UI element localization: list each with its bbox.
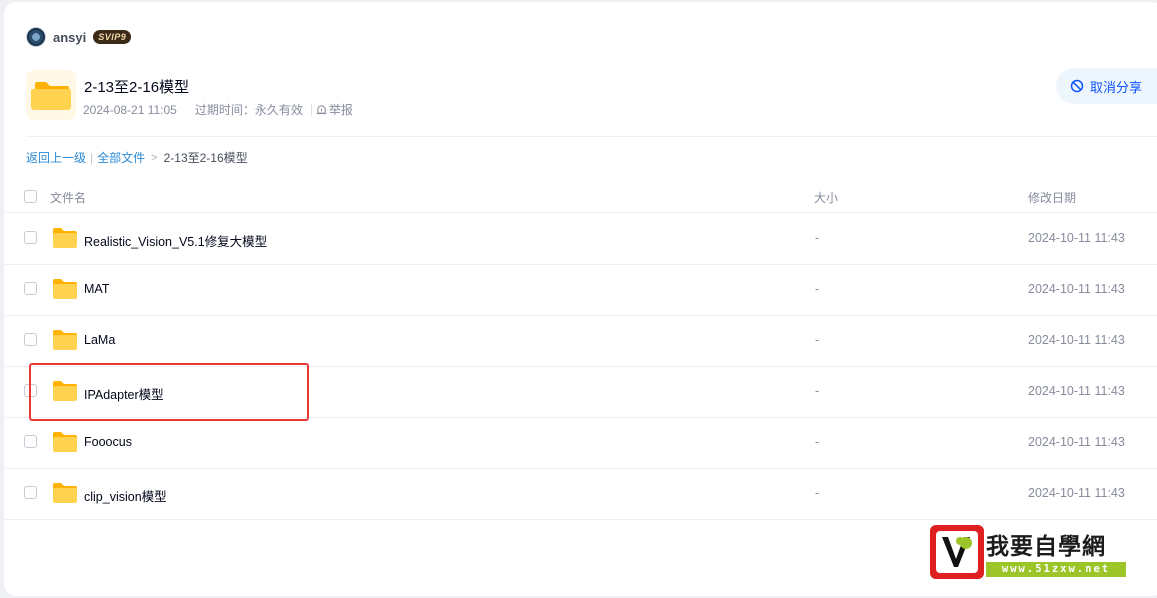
chevron-right-icon: > bbox=[151, 151, 158, 164]
table-header: 文件名 大小 修改日期 bbox=[4, 183, 1157, 213]
cancel-share-button[interactable]: 取消分享 bbox=[1056, 68, 1157, 104]
file-date: 2024-10-11 11:43 bbox=[1028, 231, 1125, 245]
cancel-share-label: 取消分享 bbox=[1090, 79, 1143, 95]
row-checkbox[interactable] bbox=[24, 231, 37, 244]
row-checkbox[interactable] bbox=[24, 384, 37, 397]
row-checkbox[interactable] bbox=[24, 486, 37, 499]
share-date: 2024-08-21 11:05 bbox=[83, 102, 177, 117]
folder-icon bbox=[52, 380, 78, 402]
watermark-url: www.51zxw.net bbox=[986, 562, 1126, 577]
table-row[interactable]: Realistic_Vision_V5.1修复大模型 - 2024-10-11 11… bbox=[4, 214, 1157, 265]
table-row[interactable]: Fooocus - 2024-10-11 11:43 bbox=[4, 418, 1157, 469]
back-link[interactable]: 返回上一级 bbox=[26, 149, 86, 166]
table-row[interactable]: MAT - 2024-10-11 11:43 bbox=[4, 265, 1157, 316]
folder-icon bbox=[52, 227, 78, 249]
folder-icon bbox=[52, 431, 78, 453]
file-name[interactable]: clip_vision模型 bbox=[84, 486, 167, 505]
file-date: 2024-10-11 11:43 bbox=[1028, 282, 1125, 296]
file-size: - bbox=[815, 333, 820, 347]
row-checkbox[interactable] bbox=[24, 435, 37, 448]
share-folder-icon bbox=[26, 70, 76, 120]
breadcrumb-separator: | bbox=[90, 150, 94, 165]
watermark-v-mark bbox=[930, 525, 984, 579]
file-date: 2024-10-11 11:43 bbox=[1028, 333, 1125, 347]
file-size: - bbox=[815, 435, 820, 449]
watermark-text: 我要自學網 bbox=[986, 534, 1106, 560]
avatar[interactable] bbox=[26, 27, 46, 47]
file-name[interactable]: LaMa bbox=[84, 333, 115, 347]
header-divider bbox=[26, 136, 1157, 137]
user-info: ansyi SVIP9 bbox=[26, 27, 132, 47]
file-size: - bbox=[815, 384, 820, 398]
file-name[interactable]: IPAdapter模型 bbox=[84, 384, 164, 403]
row-checkbox[interactable] bbox=[24, 282, 37, 295]
report-link[interactable]: 举报 bbox=[316, 101, 353, 118]
vip-badge: SVIP9 bbox=[93, 30, 132, 44]
all-files-link[interactable]: 全部文件 bbox=[97, 149, 145, 166]
column-name-header[interactable]: 文件名 bbox=[50, 189, 86, 206]
select-all-checkbox[interactable] bbox=[24, 190, 37, 203]
ban-icon bbox=[1070, 79, 1084, 93]
table-row[interactable]: IPAdapter模型 - 2024-10-11 11:43 bbox=[4, 367, 1157, 418]
file-name[interactable]: Realistic_Vision_V5.1修复大模型 bbox=[84, 231, 267, 250]
alert-icon bbox=[316, 105, 326, 115]
file-size: - bbox=[815, 231, 820, 245]
column-size-header[interactable]: 大小 bbox=[814, 189, 838, 206]
column-date-header[interactable]: 修改日期 bbox=[1028, 189, 1076, 206]
file-size: - bbox=[815, 486, 820, 500]
share-page: ansyi SVIP9 2-13至2-16模型 2024-08-21 11:05… bbox=[4, 2, 1157, 596]
report-label: 举报 bbox=[328, 103, 353, 117]
folder-icon bbox=[52, 278, 78, 300]
folder-icon bbox=[52, 329, 78, 351]
share-meta: 2024-08-21 11:05 过期时间：永久有效 举报 bbox=[83, 101, 353, 118]
file-name[interactable]: Fooocus bbox=[84, 435, 132, 449]
username[interactable]: ansyi bbox=[53, 30, 86, 45]
folder-icon bbox=[52, 482, 78, 504]
watermark-logo: 我要自學網 www.51zxw.net bbox=[930, 525, 1128, 579]
table-row[interactable]: LaMa - 2024-10-11 11:43 bbox=[4, 316, 1157, 367]
file-size: - bbox=[815, 282, 820, 296]
share-expire: 过期时间：永久有效 bbox=[194, 103, 303, 117]
row-checkbox[interactable] bbox=[24, 333, 37, 346]
share-title: 2-13至2-16模型 bbox=[84, 79, 190, 96]
file-name[interactable]: MAT bbox=[84, 282, 109, 296]
file-date: 2024-10-11 11:43 bbox=[1028, 384, 1125, 398]
breadcrumb-current: 2-13至2-16模型 bbox=[163, 151, 248, 165]
file-date: 2024-10-11 11:43 bbox=[1028, 435, 1125, 449]
meta-divider bbox=[310, 103, 312, 116]
table-row[interactable]: clip_vision模型 - 2024-10-11 11:43 bbox=[4, 469, 1157, 520]
breadcrumb: 返回上一级 | 全部文件 > 2-13至2-16模型 bbox=[26, 149, 248, 166]
file-date: 2024-10-11 11:43 bbox=[1028, 486, 1125, 500]
